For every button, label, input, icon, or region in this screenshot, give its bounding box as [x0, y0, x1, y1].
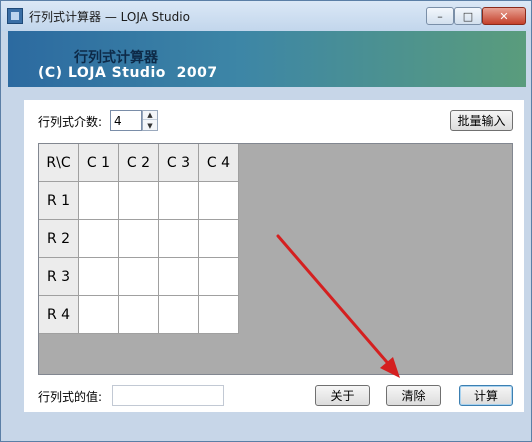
banner-title: 行列式计算器	[74, 50, 158, 66]
column-header: C 1	[79, 144, 119, 182]
grid-corner: R\C	[39, 144, 79, 182]
compute-button[interactable]: 计算	[459, 385, 513, 406]
matrix-cell[interactable]	[119, 220, 159, 258]
matrix-cell[interactable]	[79, 220, 119, 258]
column-header: C 2	[119, 144, 159, 182]
result-label: 行列式的值:	[38, 390, 103, 404]
matrix-cell[interactable]	[199, 220, 239, 258]
spin-down-arrow-icon[interactable]: ▼	[143, 121, 157, 130]
matrix-cell[interactable]	[159, 220, 199, 258]
matrix-cell[interactable]	[159, 296, 199, 334]
result-field	[112, 385, 224, 406]
matrix-cell[interactable]	[119, 182, 159, 220]
header-banner: 行列式计算器 (C) LOJA Studio 2007	[8, 31, 526, 87]
order-input[interactable]	[110, 110, 142, 131]
matrix-cell[interactable]	[199, 182, 239, 220]
matrix-cell[interactable]	[79, 258, 119, 296]
minimize-button[interactable]: –	[426, 7, 454, 25]
matrix-cell[interactable]	[199, 296, 239, 334]
row-header: R 4	[39, 296, 79, 334]
close-button[interactable]: ✕	[482, 7, 526, 25]
window-title: 行列式计算器 — LOJA Studio	[29, 10, 190, 24]
clear-button[interactable]: 清除	[386, 385, 441, 406]
matrix-cell[interactable]	[159, 258, 199, 296]
matrix-cell[interactable]	[79, 296, 119, 334]
row-header: R 2	[39, 220, 79, 258]
banner-copyright: (C) LOJA Studio 2007	[38, 65, 218, 81]
matrix-cell[interactable]	[79, 182, 119, 220]
matrix-grid: R\C C 1 C 2 C 3 C 4 R 1 R 2 R 3 R 4	[38, 143, 513, 375]
column-header: C 3	[159, 144, 199, 182]
order-label: 行列式介数:	[38, 115, 103, 129]
row-header: R 1	[39, 182, 79, 220]
matrix-cell[interactable]	[199, 258, 239, 296]
order-spinner[interactable]: ▲ ▼	[142, 110, 158, 131]
matrix-cell[interactable]	[119, 258, 159, 296]
column-header: C 4	[199, 144, 239, 182]
row-header: R 3	[39, 258, 79, 296]
matrix-cell[interactable]	[159, 182, 199, 220]
app-icon	[7, 8, 23, 24]
batch-input-button[interactable]: 批量输入	[450, 110, 513, 131]
about-button[interactable]: 关于	[315, 385, 370, 406]
title-bar[interactable]: 行列式计算器 — LOJA Studio – □ ✕	[1, 1, 531, 31]
matrix-cell[interactable]	[119, 296, 159, 334]
spin-up-arrow-icon[interactable]: ▲	[143, 111, 157, 120]
maximize-button[interactable]: □	[454, 7, 482, 25]
